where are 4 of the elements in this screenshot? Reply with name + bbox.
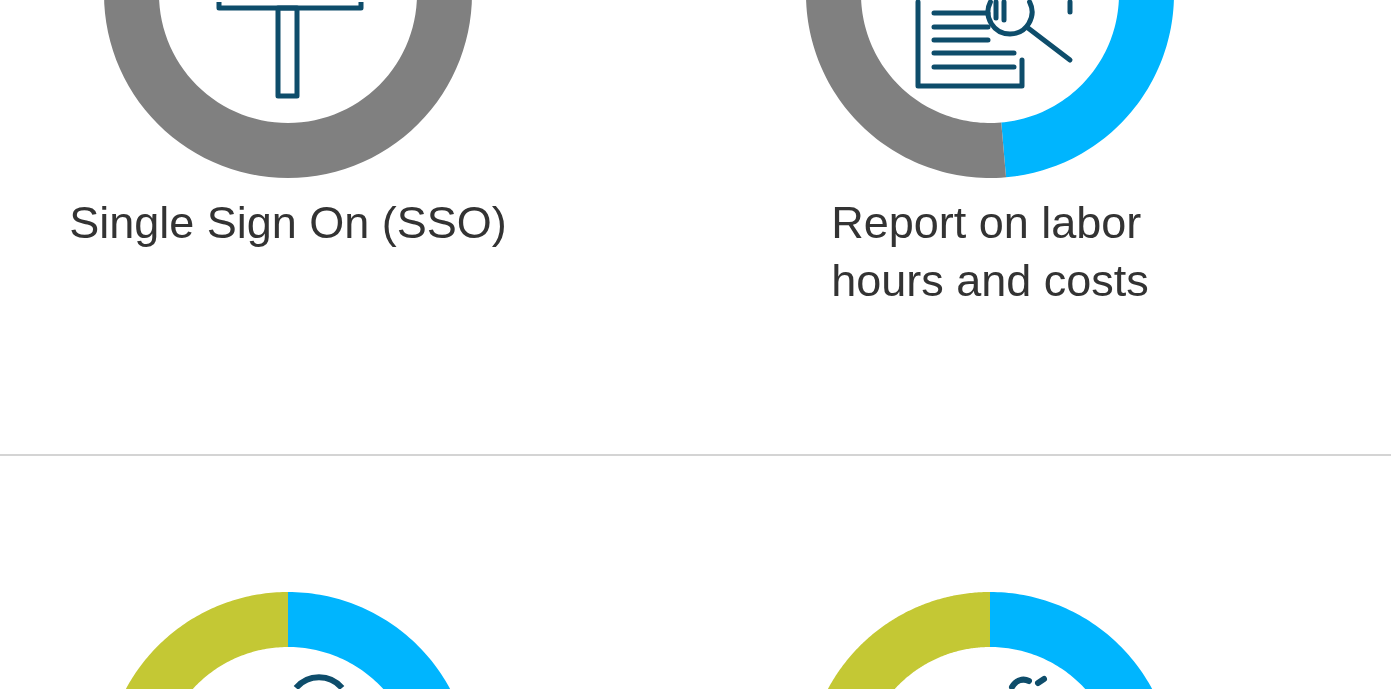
feature-label: Report on labor hours and costs — [831, 196, 1149, 308]
document-magnifier-icon — [915, 0, 1073, 89]
signpost-icon — [216, 2, 364, 99]
feature-label: Single Sign On (SSO) — [69, 196, 507, 250]
